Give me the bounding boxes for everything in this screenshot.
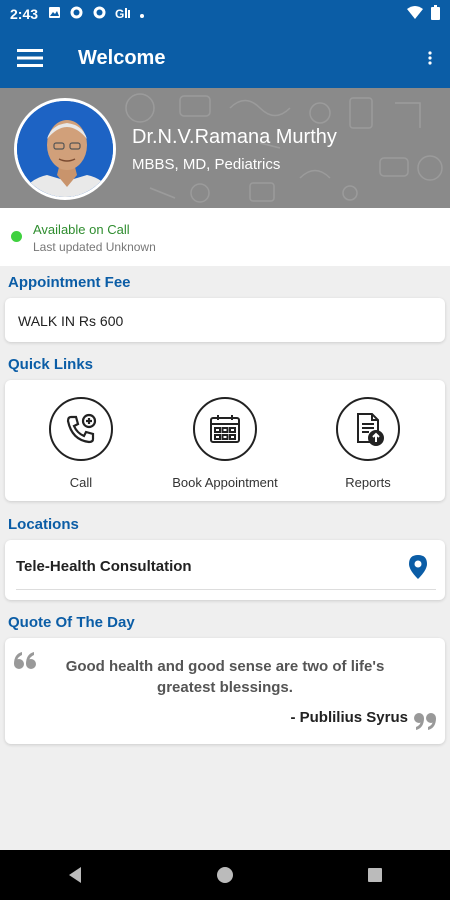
image-icon — [48, 6, 61, 22]
quote-open-icon — [14, 652, 38, 675]
quick-link-label: Book Appointment — [172, 475, 278, 490]
availability-last-updated: Last updated Unknown — [33, 240, 156, 254]
availability-status-dot — [11, 231, 22, 242]
calendar-icon — [193, 397, 257, 461]
quick-links-title: Quick Links — [8, 356, 94, 373]
quote-close-icon — [412, 712, 436, 735]
svg-text:G: G — [115, 7, 124, 20]
more-vert-icon[interactable] — [410, 28, 450, 88]
hamburger-menu-icon[interactable] — [0, 28, 60, 88]
doctor-qualification: MBBS, MD, Pediatrics — [132, 156, 281, 173]
wifi-icon — [407, 6, 423, 22]
appointment-fee-title: Appointment Fee — [8, 274, 131, 291]
sync-icon — [92, 5, 107, 23]
dot-icon — [139, 6, 145, 22]
quote-text: Good health and good sense are two of li… — [65, 658, 385, 696]
quote-title: Quote Of The Day — [8, 614, 135, 631]
appointment-fee-value: WALK IN Rs 600 — [18, 313, 124, 329]
quick-link-reports[interactable]: Reports — [298, 397, 438, 490]
g-signal-icon: G — [115, 5, 132, 23]
locations-title: Locations — [8, 516, 79, 533]
doctor-profile-header: Dr.N.V.Ramana Murthy MBBS, MD, Pediatric… — [0, 88, 450, 208]
doctor-avatar — [14, 98, 116, 200]
status-bar: 2:43 G — [0, 0, 450, 28]
quick-link-label: Call — [69, 475, 93, 490]
phone-plus-icon — [49, 397, 113, 461]
quick-link-book-appointment[interactable]: Book Appointment — [155, 397, 295, 490]
page-title: Welcome — [78, 46, 166, 69]
app-bar: Welcome — [0, 28, 450, 88]
location-divider — [16, 589, 436, 590]
recents-icon[interactable] — [355, 855, 395, 895]
doctor-name: Dr.N.V.Ramana Murthy — [132, 126, 337, 148]
system-nav-bar — [0, 850, 450, 900]
availability-panel — [0, 208, 450, 266]
status-time: 2:43 — [10, 6, 39, 22]
availability-status: Available on Call — [33, 222, 130, 237]
sync-icon — [69, 5, 84, 23]
quick-link-call[interactable]: Call — [11, 397, 151, 490]
location-name: Tele-Health Consultation — [16, 558, 192, 575]
quick-link-label: Reports — [345, 475, 391, 490]
location-pin-icon[interactable] — [409, 555, 427, 579]
home-icon[interactable] — [205, 855, 245, 895]
battery-icon — [431, 5, 440, 23]
report-upload-icon — [336, 397, 400, 461]
back-icon[interactable] — [55, 855, 95, 895]
quote-author: - Publilius Syrus — [290, 709, 408, 726]
